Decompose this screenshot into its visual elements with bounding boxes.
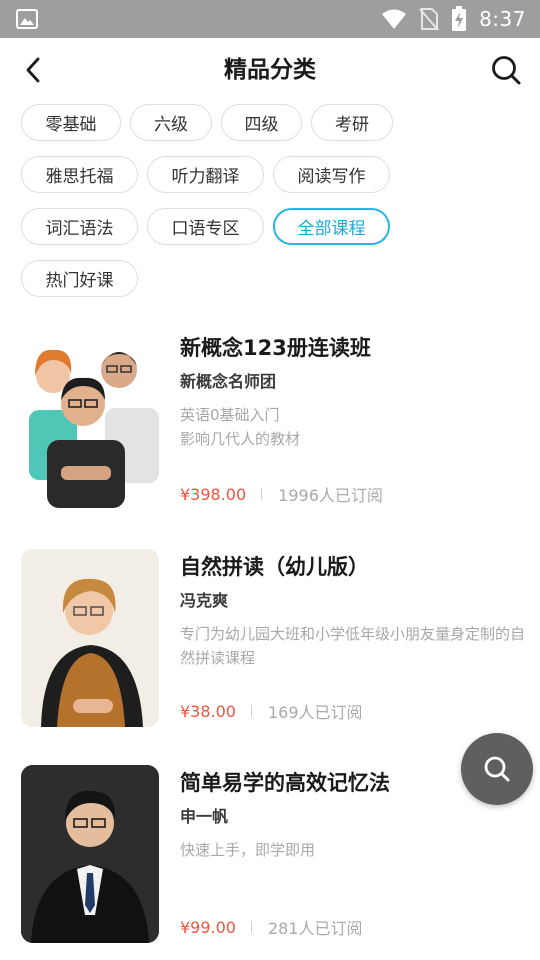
course-info: 自然拼读（幼儿版） 冯克爽 专门为幼儿园大班和小学低年级小朋友量身定制的自然拼读… xyxy=(180,549,525,682)
tag-row: 零基础 六级 四级 考研 xyxy=(21,104,521,141)
tag-row: 词汇语法 口语专区 全部课程 xyxy=(21,208,521,245)
tag-cet4[interactable]: 四级 xyxy=(221,104,302,141)
teachers-group-image xyxy=(29,349,159,508)
tag-cet6[interactable]: 六级 xyxy=(130,104,212,141)
course-subscribers: 169人已订阅 xyxy=(267,703,363,722)
tag-listening-translation[interactable]: 听力翻译 xyxy=(147,156,264,193)
course-meta: ¥398.00 1996人已订阅 xyxy=(180,482,383,506)
course-title: 自然拼读（幼儿版） xyxy=(180,555,369,579)
course-card[interactable]: 简单易学的高效记忆法 申一帆 快速上手，即学即用 ¥99.00 281人已订阅 xyxy=(21,765,526,945)
course-price: ¥398.00 xyxy=(180,484,247,504)
page-title: 精品分类 xyxy=(224,57,316,83)
divider xyxy=(261,488,263,500)
divider xyxy=(250,705,252,717)
tag-ielts-toefl[interactable]: 雅思托福 xyxy=(21,156,138,193)
course-thumbnail[interactable] xyxy=(21,765,159,943)
status-bar: 8:37 xyxy=(0,0,540,38)
course-description-line: 英语0基础入门 xyxy=(180,406,280,424)
course-teacher: 新概念名师团 xyxy=(180,372,277,391)
course-thumbnail[interactable] xyxy=(21,330,159,508)
course-title: 新概念123册连读班 xyxy=(180,336,371,360)
course-thumbnail[interactable] xyxy=(21,549,159,727)
tag-vocab-grammar[interactable]: 词汇语法 xyxy=(21,208,138,245)
no-sim-icon xyxy=(419,8,439,31)
teacher-portrait-image xyxy=(21,765,159,943)
course-subscribers: 281人已订阅 xyxy=(267,919,363,938)
course-meta: ¥38.00 169人已订阅 xyxy=(180,699,363,723)
battery-charging-icon xyxy=(452,6,467,31)
floating-search-button[interactable] xyxy=(461,733,533,805)
tag-zero-basics[interactable]: 零基础 xyxy=(21,104,121,141)
course-description: 快速上手，即学即用 xyxy=(180,841,316,859)
tag-speaking[interactable]: 口语专区 xyxy=(147,208,264,245)
tag-hot-courses[interactable]: 热门好课 xyxy=(21,260,138,297)
course-card[interactable]: 自然拼读（幼儿版） 冯克爽 专门为幼儿园大班和小学低年级小朋友量身定制的自然拼读… xyxy=(21,549,526,729)
course-info: 新概念123册连读班 新概念名师团 英语0基础入门 影响几代人的教材 xyxy=(180,330,525,463)
course-meta: ¥99.00 281人已订阅 xyxy=(180,915,363,939)
teacher-portrait-image xyxy=(21,549,159,727)
course-description: 英语0基础入门 影响几代人的教材 xyxy=(180,403,525,463)
wifi-icon xyxy=(382,9,407,29)
course-description-line: 影响几代人的教材 xyxy=(180,430,301,448)
course-price: ¥99.00 xyxy=(180,917,236,937)
tag-row: 雅思托福 听力翻译 阅读写作 xyxy=(21,156,521,193)
tag-all-courses[interactable]: 全部课程 xyxy=(273,208,390,245)
search-icon[interactable] xyxy=(490,54,522,86)
tag-reading-writing[interactable]: 阅读写作 xyxy=(273,156,390,193)
course-card[interactable]: 新概念123册连读班 新概念名师团 英语0基础入门 影响几代人的教材 ¥398.… xyxy=(21,330,526,510)
search-icon xyxy=(484,756,510,782)
course-teacher: 冯克爽 xyxy=(180,591,229,610)
tag-row: 热门好课 xyxy=(21,260,521,297)
course-description: 专门为幼儿园大班和小学低年级小朋友量身定制的自然拼读课程 xyxy=(180,625,526,667)
tag-postgraduate[interactable]: 考研 xyxy=(311,104,393,141)
course-price: ¥38.00 xyxy=(180,701,236,721)
course-teacher: 申一帆 xyxy=(180,807,229,826)
header: 精品分类 xyxy=(0,38,540,102)
divider xyxy=(250,921,252,933)
course-subscribers: 1996人已订阅 xyxy=(278,486,383,505)
image-icon xyxy=(16,9,38,29)
category-tags: 零基础 六级 四级 考研 雅思托福 听力翻译 阅读写作 词汇语法 口语专区 全部… xyxy=(21,104,521,312)
status-time: 8:37 xyxy=(479,7,526,31)
